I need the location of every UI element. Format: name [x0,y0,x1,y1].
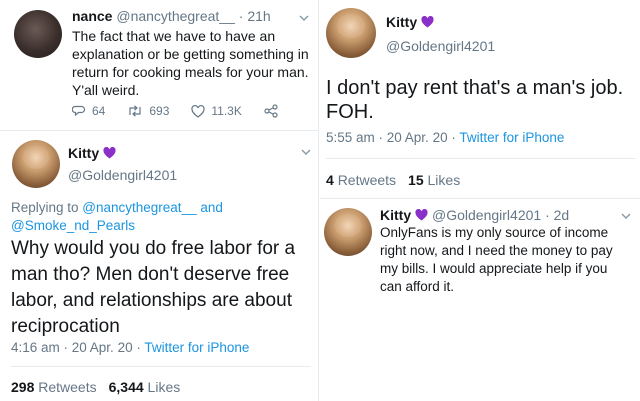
tweet2-line: Why would you do free labor for a [11,238,296,259]
tweet3-name-row: Kitty [386,14,434,32]
tweet-divider [0,130,318,131]
tweet1-header: nance @nancythegreat__ · 21h [72,8,271,24]
kitty-avatar[interactable] [326,8,376,58]
purple-heart-icon [103,147,116,159]
tweet1-line: The fact that we have to have an [72,28,276,44]
tweet3-stats: 4 Retweets 15 Likes [326,172,460,188]
tweet1-line: explanation or be getting something in [72,46,309,62]
like-heart-icon [191,104,205,118]
replying-to: Replying to @nancythegreat__ and @Smoke_… [11,199,311,235]
chevron-down-icon[interactable] [298,12,310,24]
tweet-divider [11,366,311,367]
tweet2-time[interactable]: 4:16 am · 20 Apr. 20 · [11,340,144,355]
share-action[interactable] [264,104,284,118]
likes-count: 15 [408,172,424,188]
tweet1-line: return for cooking meals for your man. [72,64,309,80]
column-divider [318,0,319,401]
tweet-divider [320,198,640,199]
kitty-avatar[interactable] [12,140,60,188]
tweet2-timestamp: 4:16 am · 20 Apr. 20 · Twitter for iPhon… [11,340,249,355]
tweet2-line: labor, and relationships are about [11,290,292,311]
purple-heart-icon [415,209,428,221]
tweet4-header: Kitty @Goldengirl4201 · 2d [380,207,569,223]
tweet2-stats: 298 Retweets 6,344 Likes [11,379,180,395]
reply-and: and [196,200,223,215]
tweet1-handle[interactable]: @nancythegreat__ [116,8,235,24]
tweet2-retweets[interactable]: 298 Retweets [11,379,97,395]
tweet3-line: FOH. [326,101,374,123]
tweet-divider [326,158,636,159]
likes-label: Likes [147,379,181,395]
retweets-count: 4 [326,172,334,188]
tweet2-client[interactable]: Twitter for iPhone [144,340,249,355]
retweet-icon [129,105,141,117]
tweet3-timestamp: 5:55 am · 20 Apr. 20 · Twitter for iPhon… [326,130,564,145]
like-count: 11.3K [211,104,242,118]
tweet4-handle[interactable]: @Goldengirl4201 [432,207,541,223]
reply-count: 64 [92,104,106,118]
tweet4-body: OnlyFans is my only source of income rig… [380,224,638,296]
share-icon [264,104,278,118]
tweet2-body: Why would you do free labor for a man th… [11,236,316,340]
tweet1-time[interactable]: · 21h [239,8,271,24]
tweet3-time[interactable]: 5:55 am · 20 Apr. 20 · [326,130,459,145]
tweet2-handle[interactable]: @Goldengirl4201 [68,167,177,183]
tweet3-name[interactable]: Kitty [386,14,417,30]
tweet3-body: I don't pay rent that's a man's job. FOH… [326,76,638,124]
replying-prefix: Replying to [11,200,83,215]
tweet2-name-row: Kitty [68,145,116,163]
tweet4-line: my bills. I would appreciate help if you [380,261,608,276]
tweet2-likes[interactable]: 6,344 Likes [109,379,181,395]
reply-icon [72,105,86,117]
tweet4-line: right now, and I need the money to pay [380,243,613,258]
tweet1-line: Y'all weird. [72,82,140,98]
right-column: Kitty @Goldengirl4201 I don't pay rent t… [320,0,640,401]
tweet2-line: man tho? Men don't deserve free [11,264,290,285]
nance-avatar[interactable] [14,10,62,58]
retweet-action[interactable]: 693 [127,104,169,118]
tweet1-name[interactable]: nance [72,8,112,24]
tweet4-time[interactable]: · 2d [545,207,569,223]
tweet2-name[interactable]: Kitty [68,145,99,161]
tweet3-retweets[interactable]: 4 Retweets [326,172,396,188]
tweet3-line: I don't pay rent that's a man's job. [326,77,624,99]
chevron-down-icon[interactable] [300,146,312,158]
likes-label: Likes [427,172,461,188]
reply-action[interactable]: 64 [72,104,105,118]
left-column: nance @nancythegreat__ · 21h The fact th… [0,0,320,401]
tweet4-name[interactable]: Kitty [380,207,411,223]
tweet1-actions: 64 693 11.3K [72,104,306,118]
tweet3-client[interactable]: Twitter for iPhone [459,130,564,145]
tweet2-line: reciprocation [11,316,120,337]
tweet4-line: OnlyFans is my only source of income [380,225,609,240]
kitty-avatar[interactable] [324,208,372,256]
tweet3-likes[interactable]: 15 Likes [408,172,460,188]
reply-user-link[interactable]: @Smoke_nd_Pearls [11,218,135,233]
chevron-down-icon[interactable] [620,210,632,222]
likes-count: 6,344 [108,379,144,395]
retweets-label: Retweets [38,379,97,395]
tweet1-body: The fact that we have to have an explana… [72,27,312,99]
purple-heart-icon [421,16,434,28]
reply-user-link[interactable]: @nancythegreat__ [82,200,196,215]
retweet-count: 693 [149,104,170,118]
tweet3-handle[interactable]: @Goldengirl4201 [386,38,495,54]
retweets-label: Retweets [337,172,397,188]
like-action[interactable]: 11.3K [191,104,242,118]
retweets-count: 298 [11,379,35,395]
tweet4-line: can afford it. [380,279,455,294]
